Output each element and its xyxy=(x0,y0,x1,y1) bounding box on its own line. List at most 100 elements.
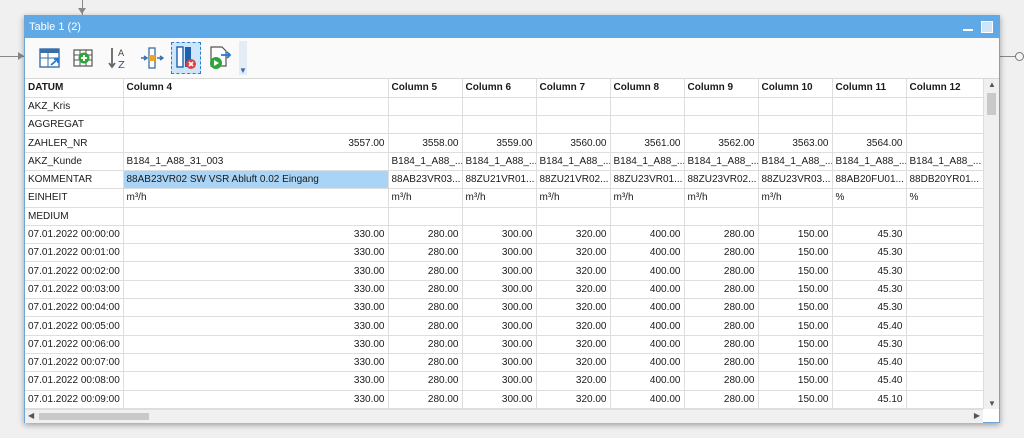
column-header[interactable]: Column 7 xyxy=(536,79,611,98)
table-cell[interactable]: 320.00 xyxy=(536,371,611,391)
table-cell[interactable]: 150.00 xyxy=(758,261,833,281)
table-cell[interactable]: 88ZU23VR01... xyxy=(610,170,685,190)
table-cell[interactable]: m³/h xyxy=(536,188,611,208)
row-label-cell[interactable]: 07.01.2022 00:08:00 xyxy=(25,371,124,391)
row-label-cell[interactable]: 07.01.2022 00:02:00 xyxy=(25,261,124,281)
horizontal-scroll-thumb[interactable] xyxy=(39,413,149,420)
row-label-cell[interactable]: ZAHLER_NR xyxy=(25,133,124,153)
table-cell[interactable]: 0.00 xyxy=(906,371,983,391)
row-label-cell[interactable]: 07.01.2022 00:04:00 xyxy=(25,298,124,318)
column-header[interactable]: Column 6 xyxy=(462,79,537,98)
table-cell[interactable]: 280.00 xyxy=(684,316,759,336)
table-cell[interactable]: 0.00 xyxy=(906,225,983,245)
table-cell[interactable]: 150.00 xyxy=(758,335,833,354)
table-cell[interactable]: 150.00 xyxy=(758,353,833,373)
table-cell[interactable]: 280.00 xyxy=(388,225,463,245)
table-cell[interactable]: 45.30 xyxy=(832,243,907,263)
scroll-up-icon[interactable]: ▲ xyxy=(988,80,996,89)
table-cell[interactable] xyxy=(388,115,463,135)
table-row[interactable]: 07.01.2022 00:04:00 330.00 280.00 300.00 320… xyxy=(25,298,983,318)
table-row[interactable]: 07.01.2022 00:08:00 330.00 280.00 300.00 320… xyxy=(25,371,983,391)
table-cell[interactable] xyxy=(832,115,907,135)
table-cell[interactable]: 150.00 xyxy=(758,225,833,245)
table-row[interactable]: AKZ_Kunde B184_1_A88_31_003 B184_1_A88_...… xyxy=(25,152,983,171)
table-cell[interactable]: 300.00 xyxy=(462,335,537,354)
table-cell[interactable] xyxy=(758,97,833,117)
table-row[interactable]: 07.01.2022 00:00:00 330.00 280.00 300.00 320… xyxy=(25,225,983,245)
table-cell[interactable]: 0.00 xyxy=(906,280,983,300)
table-cell[interactable]: 45.40 xyxy=(832,316,907,336)
table-cell[interactable]: 330.00 xyxy=(123,261,389,281)
table-cell[interactable]: 280.00 xyxy=(388,316,463,336)
table-cell[interactable]: 330.00 xyxy=(123,298,389,318)
table-cell[interactable] xyxy=(610,115,685,135)
column-header[interactable]: Column 9 xyxy=(684,79,759,98)
scroll-right-icon[interactable]: ▶ xyxy=(974,411,980,420)
table-cell[interactable]: 400.00 xyxy=(610,316,685,336)
table-cell[interactable]: B184_1_A88_... xyxy=(462,152,537,171)
table-cell[interactable]: 3561.00 xyxy=(610,133,685,153)
table-cell[interactable]: 0.00 xyxy=(906,335,983,354)
table-cell[interactable] xyxy=(832,97,907,117)
table-cell[interactable]: 400.00 xyxy=(610,390,685,409)
scroll-down-icon[interactable]: ▼ xyxy=(988,399,996,408)
table-cell[interactable]: 45.30 xyxy=(832,261,907,281)
table-row[interactable]: 07.01.2022 00:09:00 330.00 280.00 300.00 320… xyxy=(25,390,983,409)
table-cell[interactable]: 45.40 xyxy=(832,371,907,391)
table-cell[interactable]: m³/h xyxy=(758,188,833,208)
table-cell[interactable]: 0.00 xyxy=(906,390,983,409)
table-cell[interactable]: 330.00 xyxy=(123,353,389,373)
row-label-cell[interactable]: KOMMENTAR xyxy=(25,170,124,190)
table-cell[interactable] xyxy=(610,97,685,117)
table-cell[interactable]: 45.30 xyxy=(832,298,907,318)
table-cell[interactable]: 280.00 xyxy=(684,353,759,373)
table-cell[interactable]: 150.00 xyxy=(758,243,833,263)
table-cell[interactable]: 320.00 xyxy=(536,298,611,318)
table-cell[interactable]: 400.00 xyxy=(610,280,685,300)
table-cell[interactable]: 88AB23VR02 SW VSR Abluft 0.02 Eingang xyxy=(123,170,389,190)
column-header[interactable]: Column 12 xyxy=(906,79,983,98)
table-cell[interactable]: 45.30 xyxy=(832,335,907,354)
connector-port-right[interactable] xyxy=(1015,52,1024,61)
table-cell[interactable]: 300.00 xyxy=(462,390,537,409)
table-cell[interactable]: B184_1_A88_... xyxy=(610,152,685,171)
table-cell[interactable] xyxy=(906,115,983,135)
table-cell[interactable]: 3559.00 xyxy=(462,133,537,153)
table-cell[interactable] xyxy=(610,207,685,226)
table-cell[interactable]: B184_1_A88_31_003 xyxy=(123,152,389,171)
table-cell[interactable]: % xyxy=(906,188,983,208)
table-cell[interactable] xyxy=(758,207,833,226)
table-cell[interactable]: 88AB20FU01... xyxy=(832,170,907,190)
remove-column-button[interactable] xyxy=(171,42,201,74)
table-cell[interactable]: 320.00 xyxy=(536,243,611,263)
table-cell[interactable]: 400.00 xyxy=(610,298,685,318)
table-cell[interactable] xyxy=(123,207,389,226)
table-cell[interactable]: 330.00 xyxy=(123,225,389,245)
table-cell[interactable]: 330.00 xyxy=(123,280,389,300)
table-cell[interactable]: 150.00 xyxy=(758,390,833,409)
table-cell[interactable] xyxy=(684,207,759,226)
table-cell[interactable]: 320.00 xyxy=(536,335,611,354)
table-row[interactable]: KOMMENTAR 88AB23VR02 SW VSR Abluft 0.02 E… xyxy=(25,170,983,190)
table-cell[interactable]: 400.00 xyxy=(610,261,685,281)
table-cell[interactable] xyxy=(388,207,463,226)
table-row[interactable]: 07.01.2022 00:07:00 330.00 280.00 300.00 320… xyxy=(25,353,983,373)
table-cell[interactable]: 300.00 xyxy=(462,316,537,336)
toolbar-overflow-button[interactable]: ▼ xyxy=(239,41,247,75)
table-cell[interactable] xyxy=(536,97,611,117)
table-cell[interactable]: 45.10 xyxy=(832,390,907,409)
row-label-cell[interactable]: EINHEIT xyxy=(25,188,124,208)
row-label-cell[interactable]: 07.01.2022 00:06:00 xyxy=(25,335,124,354)
column-header[interactable]: Column 11 xyxy=(832,79,907,98)
sort-button[interactable]: A Z xyxy=(103,42,133,74)
column-header[interactable]: Column 4 xyxy=(123,79,389,98)
table-cell[interactable]: 280.00 xyxy=(388,243,463,263)
table-cell[interactable]: 3564.00 xyxy=(832,133,907,153)
table-cell[interactable]: 320.00 xyxy=(536,280,611,300)
table-cell[interactable]: 300.00 xyxy=(462,261,537,281)
table-cell[interactable]: 88ZU23VR03... xyxy=(758,170,833,190)
table-cell[interactable]: 150.00 xyxy=(758,316,833,336)
table-cell[interactable]: 0.00 xyxy=(906,243,983,263)
table-cell[interactable]: 88ZU21VR01... xyxy=(462,170,537,190)
table-cell[interactable]: 300.00 xyxy=(462,225,537,245)
